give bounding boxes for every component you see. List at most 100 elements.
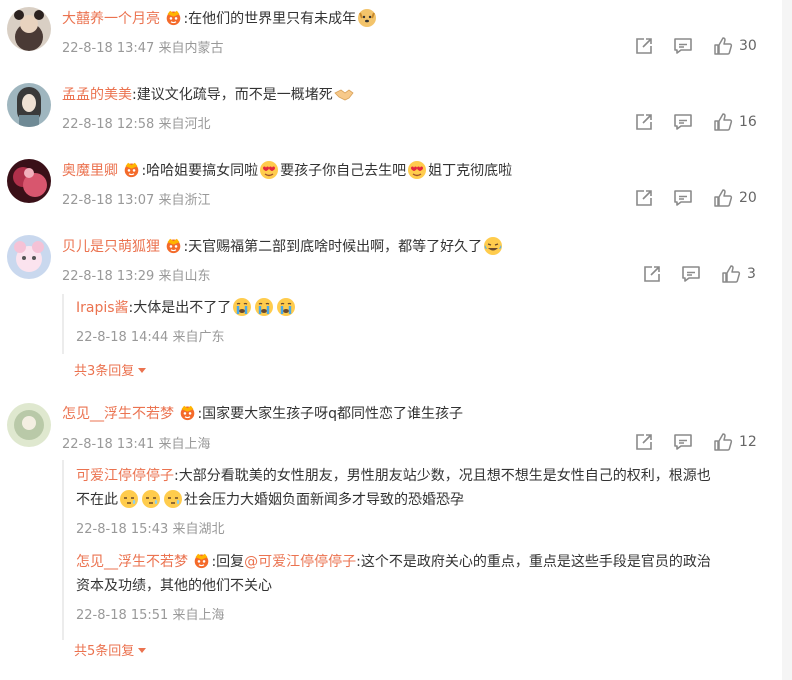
reply-username[interactable]: Irapis酱 — [76, 300, 129, 316]
share-button[interactable] — [634, 112, 654, 132]
username[interactable]: 怎见__浮生不若梦 — [62, 406, 174, 422]
more-replies-link[interactable]: 共3条回复 — [74, 360, 147, 379]
comment-location: 来自山东 — [158, 269, 211, 284]
comment-location: 来自上海 — [158, 437, 211, 452]
reply-location: 来自湖北 — [172, 522, 225, 537]
username[interactable]: 奥魔里卿 — [62, 163, 118, 179]
reply-text: 资本及功绩，其他的他们不关心 — [76, 578, 272, 594]
comment-button[interactable] — [681, 264, 701, 284]
chevron-down-icon — [138, 648, 147, 653]
avatar[interactable] — [7, 83, 51, 127]
comment-icon — [681, 264, 701, 284]
username[interactable]: 贝儿是只萌狐狸 — [62, 239, 160, 255]
sleepy-emoji-icon — [163, 489, 183, 509]
comment-icon — [673, 112, 693, 132]
comment-time: 22-8-18 13:47 — [62, 41, 155, 56]
like-icon — [713, 432, 733, 452]
more-replies-label: 共5条回复 — [74, 644, 135, 659]
sleepy-emoji-icon — [119, 489, 139, 509]
reply-text: 不在此 — [76, 492, 118, 508]
comment-item: 贝儿是只萌狐狸 :天官赐福第二部到底啥时候出啊，都等了好久了 22-8-18 1… — [0, 228, 780, 388]
comment-icon — [673, 188, 693, 208]
more-replies-link[interactable]: 共5条回复 — [74, 640, 147, 659]
sleepy-emoji-icon — [141, 489, 161, 509]
comment-text: :建议文化疏导，而不是一概堵死 — [132, 87, 333, 103]
reply-location: 来自上海 — [172, 608, 225, 623]
share-button[interactable] — [634, 36, 654, 56]
reply-username[interactable]: 可爱江停停停子 — [76, 468, 174, 484]
share-icon — [634, 188, 654, 208]
avatar[interactable] — [7, 403, 51, 447]
share-button[interactable] — [634, 188, 654, 208]
comment-text: :哈哈姐要搞女同啦 — [141, 163, 259, 179]
share-button[interactable] — [642, 264, 662, 284]
like-count: 30 — [739, 38, 757, 54]
vip-badge-icon — [123, 161, 140, 178]
like-button[interactable]: 16 — [713, 112, 757, 132]
comment-time: 22-8-18 13:41 — [62, 437, 155, 452]
mention-link[interactable]: @可爱江停停停子 — [244, 554, 356, 570]
like-icon — [713, 36, 733, 56]
reply-time: 22-8-18 15:43 — [76, 522, 169, 537]
comment-text: 要孩子你自己去生吧 — [280, 163, 407, 179]
reply-thread: Irapis酱:大体是出不了了 22-8-18 14:44 来自广东 — [62, 294, 764, 354]
reply-username[interactable]: 怎见__浮生不若梦 — [76, 554, 188, 570]
share-icon — [634, 112, 654, 132]
avatar[interactable] — [7, 159, 51, 203]
like-icon — [721, 264, 741, 284]
username[interactable]: 大囍养一个月亮 — [62, 11, 160, 27]
avatar[interactable] — [7, 235, 51, 279]
share-icon — [642, 264, 662, 284]
reply-text: :大体是出不了了 — [128, 300, 232, 316]
like-count: 3 — [747, 266, 756, 282]
reply-location: 来自广东 — [172, 330, 225, 345]
comment-item: 大囍养一个月亮 :在他们的世界里只有未成年 22-8-18 13:47 来自内蒙… — [0, 0, 780, 76]
share-icon — [634, 432, 654, 452]
like-button[interactable]: 20 — [713, 188, 757, 208]
doge-emoji-icon — [357, 8, 377, 28]
comment-text: 姐丁克彻底啦 — [428, 163, 513, 179]
comment-icon — [673, 36, 693, 56]
laugh-cry-emoji-icon — [483, 236, 503, 256]
scrollbar[interactable] — [782, 0, 792, 680]
like-count: 20 — [739, 190, 757, 206]
reply-text: :这个不是政府关心的重点，重点是这些手段是官员的政治 — [356, 554, 711, 570]
comment-time: 22-8-18 12:58 — [62, 117, 155, 132]
reply-text: :大部分看耽美的女性朋友，男性朋友站少数，况且想不想生是女性自己的权利，根源也 — [174, 468, 711, 484]
reply-time: 22-8-18 15:51 — [76, 608, 169, 623]
comment-button[interactable] — [673, 112, 693, 132]
vip-badge-icon — [165, 9, 182, 26]
comment-item: 怎见__浮生不若梦 :国家要大家生孩子呀q都同性恋了谁生孩子 22-8-18 1… — [0, 396, 780, 680]
comment-location: 来自浙江 — [158, 193, 211, 208]
reply-text: 社会压力大婚姻负面新闻多才导致的恐婚恐孕 — [184, 492, 464, 508]
reply-prefix: :回复 — [211, 554, 245, 570]
crying-emoji-icon — [254, 297, 274, 317]
like-icon — [713, 188, 733, 208]
comment-location: 来自内蒙古 — [158, 41, 224, 56]
like-button[interactable]: 3 — [721, 264, 756, 284]
like-count: 12 — [739, 434, 757, 450]
vip-badge-icon — [193, 552, 210, 569]
comment-text: :天官赐福第二部到底啥时候出啊，都等了好久了 — [183, 239, 483, 255]
chevron-down-icon — [138, 368, 147, 373]
share-button[interactable] — [634, 432, 654, 452]
comment-button[interactable] — [673, 188, 693, 208]
like-button[interactable]: 12 — [713, 432, 757, 452]
reply-time: 22-8-18 14:44 — [76, 330, 169, 345]
heart-eyes-emoji-icon — [407, 160, 427, 180]
crying-emoji-icon — [232, 297, 252, 317]
reply-thread: 可爱江停停停子:大部分看耽美的女性朋友，男性朋友站少数，况且想不想生是女性自己的… — [62, 460, 764, 640]
comment-icon — [673, 432, 693, 452]
comment-item: 奥魔里卿 :哈哈姐要搞女同啦 要孩子你自己去生吧 姐丁克彻底啦 22-8-18 13… — [0, 152, 780, 228]
like-button[interactable]: 30 — [713, 36, 757, 56]
comment-time: 22-8-18 13:07 — [62, 193, 155, 208]
comment-text: :国家要大家生孩子呀q都同性恋了谁生孩子 — [197, 406, 464, 422]
share-icon — [634, 36, 654, 56]
comment-time: 22-8-18 13:29 — [62, 269, 155, 284]
avatar[interactable] — [7, 7, 51, 51]
comment-button[interactable] — [673, 36, 693, 56]
comment-button[interactable] — [673, 432, 693, 452]
username[interactable]: 孟孟的美美 — [62, 87, 132, 103]
comment-text: :在他们的世界里只有未成年 — [183, 11, 357, 27]
comment-location: 来自河北 — [158, 117, 211, 132]
